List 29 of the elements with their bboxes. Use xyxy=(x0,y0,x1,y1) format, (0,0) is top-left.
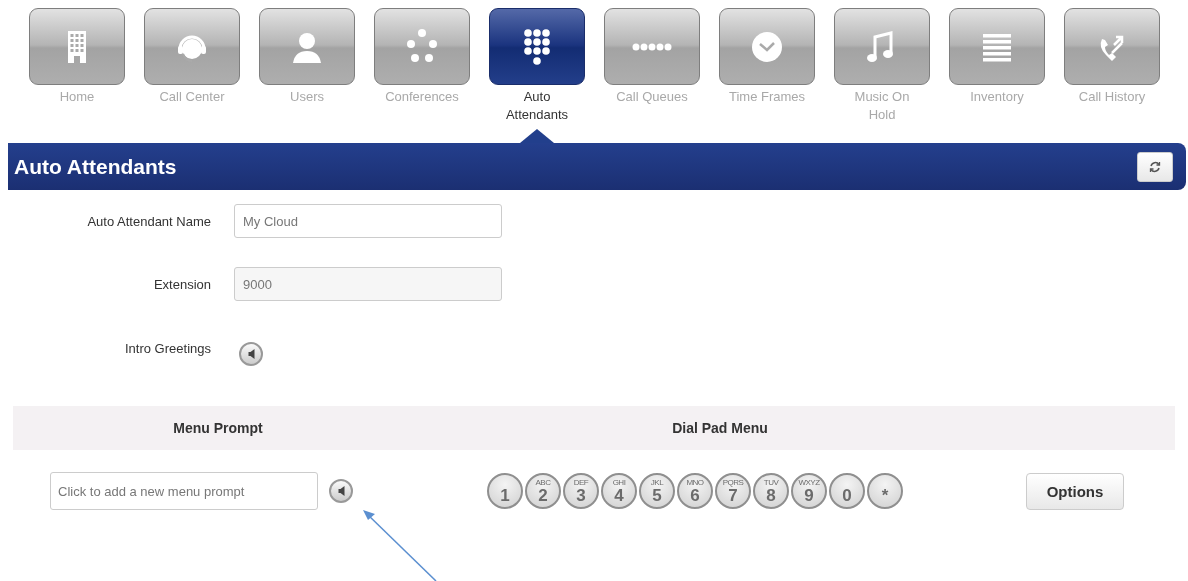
dial-key[interactable]: MNO 6 xyxy=(677,473,713,509)
dial-key[interactable]: DEF 3 xyxy=(563,473,599,509)
field-label: Intro Greetings xyxy=(124,340,211,356)
field-label: Auto Attendant Name xyxy=(86,213,211,229)
dots-row-icon xyxy=(632,42,672,51)
dial-key[interactable]: 1 xyxy=(487,473,523,509)
field-label: Extension xyxy=(152,276,211,292)
options-button[interactable]: Options xyxy=(1026,472,1124,510)
dial-key[interactable]: TUV 8 xyxy=(753,473,789,509)
refresh-button[interactable] xyxy=(1137,151,1173,182)
dial-key[interactable]: JKL 5 xyxy=(639,473,675,509)
speaker-button[interactable] xyxy=(239,342,263,366)
menu-prompt-input[interactable]: Click to add a new menu prompt xyxy=(50,472,318,510)
speaker-button[interactable] xyxy=(329,479,353,503)
dial-key[interactable]: 0 xyxy=(829,473,865,509)
tab-pointer xyxy=(520,129,554,143)
section-title: Auto Attendants xyxy=(14,154,177,179)
column-header: Dial Pad Menu xyxy=(671,420,769,436)
speaker-icon xyxy=(337,486,345,496)
dial-key[interactable]: PQRS 7 xyxy=(715,473,751,509)
dial-key[interactable]: ABC 2 xyxy=(525,473,561,509)
dial-key[interactable]: WXYZ 9 xyxy=(791,473,827,509)
name-input[interactable]: My Cloud xyxy=(234,204,502,238)
dial-key[interactable]: GHI 4 xyxy=(601,473,637,509)
extension-input[interactable]: 9000 xyxy=(234,267,502,301)
dial-key[interactable]: * xyxy=(867,473,903,509)
speaker-icon xyxy=(247,349,255,359)
column-header: Menu Prompt xyxy=(172,420,264,436)
refresh-icon xyxy=(1148,159,1162,174)
